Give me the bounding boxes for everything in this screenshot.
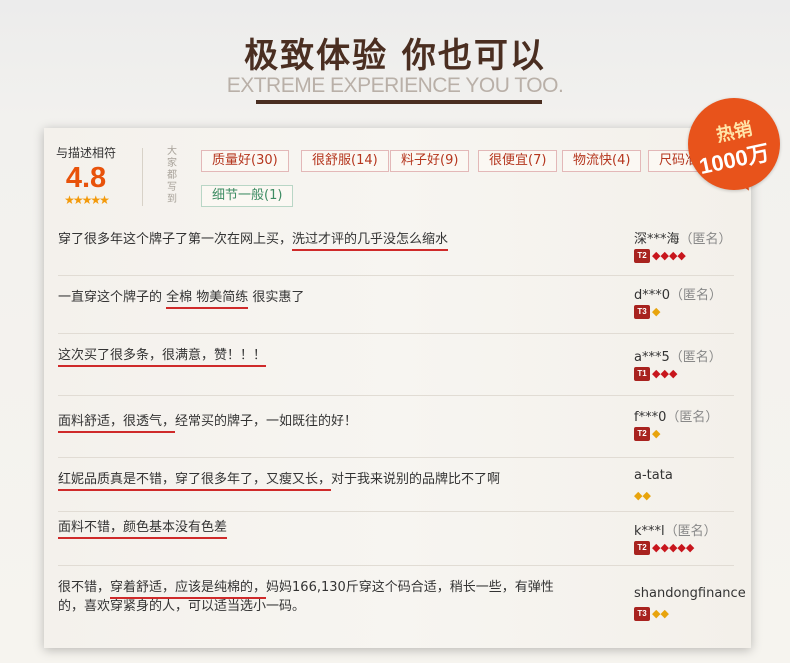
rating-summary: 与描述相符 4.8 ★★★★★ — [54, 144, 118, 206]
review-text: 面料不错，颜色基本没有色差 — [58, 518, 578, 539]
star-rating-icon: ★★★★★ — [64, 193, 110, 207]
reviewer-username: d***0 — [634, 288, 671, 303]
tag-0[interactable]: 质量好(30) — [201, 150, 289, 172]
review-text: 很不错，穿着舒适，应该是纯棉的，妈妈166,130斤穿这个码合适，稍长一些，有弹… — [58, 578, 558, 616]
reviewer-level: T2 ◆ ◆ ◆ ◆ ◆ — [634, 541, 694, 555]
level-badge-icon: T3 — [634, 305, 650, 319]
title-underline — [256, 100, 542, 104]
reviewer-level: T3 ◆ — [634, 305, 660, 319]
level-badge-icon: T3 — [634, 607, 650, 621]
divider — [142, 148, 143, 206]
tag-6[interactable]: 细节一般(1) — [201, 185, 294, 207]
tag-3[interactable]: 很便宜(7) — [478, 150, 558, 172]
review-phrase: 一直穿这个牌子的 — [58, 290, 167, 305]
red-diamond-icon: ◆ — [677, 249, 686, 262]
review-row: 红妮品质真是不错，穿了很多年了，又瘦又长，对于我来说别的品牌比不了啊 a-tata… — [44, 458, 751, 512]
reviewer-name: a-tata — [634, 468, 673, 483]
highlighted-phrase: 全棉 物美简练 — [166, 290, 249, 309]
review-card: 与描述相符 4.8 ★★★★★ 大家都写到 质量好(30) 很舒服(14) 料子好(… — [44, 128, 751, 648]
tags-label: 大家都写到 — [167, 146, 177, 205]
review-text: 穿了很多年这个牌子了第一次在网上买，洗过才评的几乎没怎么缩水 — [58, 230, 578, 251]
reviewer-name: f***0（匿名） — [634, 406, 718, 425]
reviewer-level: T3 ◆ ◆ — [634, 607, 669, 621]
tag-2[interactable]: 料子好(9) — [390, 150, 470, 172]
review-text: 这次买了很多条，很满意，赞！！！ — [58, 346, 578, 367]
anonymous-label: （匿名） — [669, 350, 722, 365]
reviewer-username: a***5 — [634, 350, 670, 365]
reviewer-level: T2 ◆ — [634, 427, 660, 441]
red-diamond-icon: ◆ — [660, 541, 669, 554]
highlighted-phrase: 穿着舒适，应该是纯棉的， — [110, 580, 267, 599]
gold-diamond-icon: ◆ — [660, 607, 669, 620]
reviewer-name: 深***海（匿名） — [634, 228, 732, 247]
level-badge-icon: T2 — [634, 249, 650, 263]
rating-label: 与描述相符 — [55, 146, 116, 160]
highlighted-phrase: 面料不错，颜色基本没有色差 — [58, 520, 228, 539]
red-diamond-icon: ◆ — [660, 367, 669, 380]
level-badge-icon: T2 — [634, 541, 650, 555]
review-row: 一直穿这个牌子的 全棉 物美简练 很实惠了 d***0（匿名） T3 ◆ — [44, 276, 751, 334]
gold-diamond-icon: ◆ — [642, 489, 651, 502]
gold-diamond-icon: ◆ — [652, 305, 661, 318]
review-phrase: 很实惠了 — [248, 290, 305, 305]
review-row: 面料舒适，很透气，经常买的牌子，一如既往的好！ f***0（匿名） T2 ◆ — [44, 396, 751, 458]
red-diamond-icon: ◆ — [668, 249, 678, 262]
red-diamond-icon: ◆ — [677, 541, 686, 554]
review-phrase: 穿了很多年这个牌子了第一次在网上买， — [58, 232, 293, 247]
review-row: 很不错，穿着舒适，应该是纯棉的，妈妈166,130斤穿这个码合适，稍长一些，有弹… — [44, 566, 751, 648]
section-subtitle: EXTREME EXPERIENCE YOU TOO. — [226, 74, 564, 97]
review-text: 红妮品质真是不错，穿了很多年了，又瘦又长，对于我来说别的品牌比不了啊 — [58, 470, 578, 491]
tag-1[interactable]: 很舒服(14) — [301, 150, 389, 172]
review-row: 这次买了很多条，很满意，赞！！！ a***5（匿名） T1 ◆ ◆ ◆ — [44, 334, 751, 396]
review-row: 面料不错，颜色基本没有色差 k***l（匿名） T2 ◆ ◆ ◆ ◆ ◆ — [44, 512, 751, 566]
red-diamond-icon: ◆ — [652, 541, 661, 554]
red-diamond-icon: ◆ — [685, 541, 695, 554]
red-diamond-icon: ◆ — [668, 367, 678, 380]
highlighted-phrase: 红妮品质真是不错，穿了很多年了，又瘦又长， — [58, 472, 332, 491]
section-header: 极致体验 你也可以 EXTREME EXPERIENCE YOU TOO. — [0, 0, 790, 130]
reviewer-level: T1 ◆ ◆ ◆ — [634, 367, 677, 381]
review-row: 穿了很多年这个牌子了第一次在网上买，洗过才评的几乎没怎么缩水 深***海（匿名） T… — [44, 220, 751, 276]
level-badge-icon: T2 — [634, 427, 650, 441]
anonymous-label: （匿名） — [666, 410, 719, 425]
highlighted-phrase: 面料舒适，很透气， — [58, 414, 176, 433]
reviewer-username: a-tata — [634, 468, 673, 483]
anonymous-label: （匿名） — [664, 524, 717, 539]
review-phrase: 很不错， — [58, 580, 111, 595]
gold-diamond-icon: ◆ — [652, 427, 661, 440]
highlighted-phrase: 这次买了很多条，很满意，赞！！！ — [58, 348, 267, 367]
review-phrase: 对于我来说别的品牌比不了啊 — [331, 472, 501, 487]
review-phrase: 经常买的牌子，一如既往的好！ — [175, 414, 358, 429]
review-text: 面料舒适，很透气，经常买的牌子，一如既往的好！ — [58, 412, 578, 433]
reviewer-username: 深***海 — [634, 232, 680, 247]
red-diamond-icon: ◆ — [668, 541, 678, 554]
tag-4[interactable]: 物流快(4) — [562, 150, 642, 172]
reviewer-name: shandongfinance — [634, 586, 746, 601]
red-diamond-icon: ◆ — [660, 249, 669, 262]
review-text: 一直穿这个牌子的 全棉 物美简练 很实惠了 — [58, 288, 578, 309]
reviewer-name: d***0（匿名） — [634, 284, 722, 303]
red-diamond-icon: ◆ — [652, 249, 661, 262]
anonymous-label: （匿名） — [679, 232, 732, 247]
gold-diamond-icon: ◆ — [634, 489, 643, 502]
section-title: 极致体验 你也可以 — [244, 36, 546, 76]
reviewer-name: k***l（匿名） — [634, 520, 717, 539]
gold-diamond-icon: ◆ — [652, 607, 661, 620]
reviewer-level: ◆ ◆ — [634, 489, 651, 503]
level-badge-icon: T1 — [634, 367, 650, 381]
highlighted-phrase: 洗过才评的几乎没怎么缩水 — [292, 232, 449, 251]
rating-score: 4.8 — [65, 162, 107, 194]
reviewer-username: k***l — [634, 524, 665, 539]
reviewer-username: f***0 — [634, 410, 667, 425]
reviewer-name: a***5（匿名） — [634, 346, 722, 365]
reviewer-username: shandongfinance — [634, 586, 746, 601]
anonymous-label: （匿名） — [670, 288, 723, 303]
hot-sale-badge: 热销 1000万 — [688, 98, 780, 190]
reviewer-level: T2 ◆ ◆ ◆ ◆ — [634, 249, 686, 263]
red-diamond-icon: ◆ — [652, 367, 661, 380]
